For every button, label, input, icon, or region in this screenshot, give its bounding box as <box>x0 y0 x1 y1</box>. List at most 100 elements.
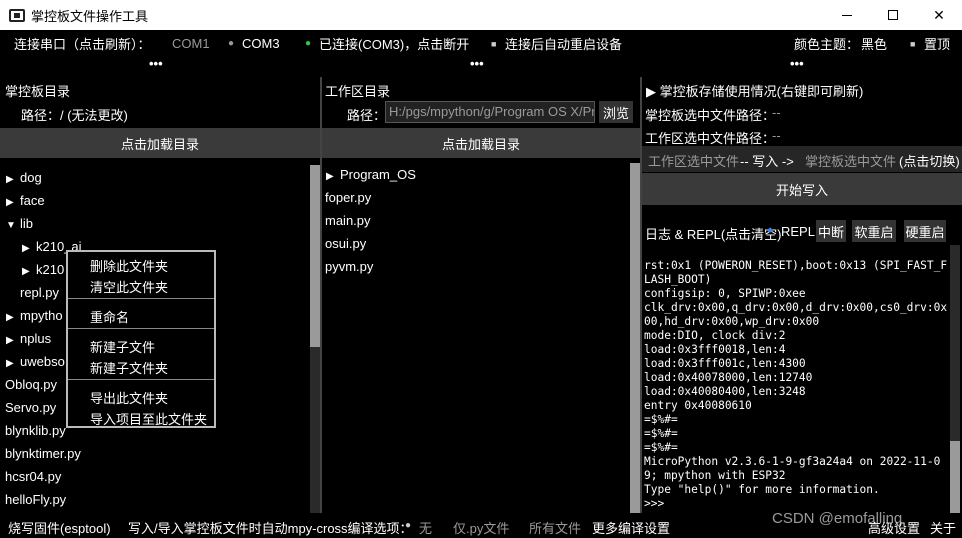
tree-item[interactable]: ▶ dog <box>6 170 42 185</box>
tree-item[interactable]: ▶ face <box>6 193 45 208</box>
tree-item[interactable]: Obloq.py <box>5 377 57 392</box>
compile-option-none[interactable]: 无 <box>419 518 432 537</box>
work-panel-title: 工作区目录 <box>325 84 391 99</box>
app-icon <box>9 8 25 22</box>
tree-item[interactable]: blynklib.py <box>5 423 66 438</box>
scrollbar-thumb[interactable] <box>310 165 320 347</box>
work-tree-scrollbar[interactable] <box>630 163 640 513</box>
menu-item-clear-folder[interactable]: 清空此文件夹 <box>90 277 168 296</box>
scrollbar-thumb[interactable] <box>630 163 640 513</box>
board-panel-title: 掌控板目录 <box>5 84 71 99</box>
close-icon: ✕ <box>933 6 945 23</box>
auto-restart-checkbox[interactable]: ■ <box>491 39 496 49</box>
repl-status-dot: ● <box>767 225 774 236</box>
board-load-button[interactable]: 点击加载目录 <box>0 128 320 158</box>
repl-log-output[interactable]: rst:0x1 (POWERON_RESET),boot:0x13 (SPI_F… <box>644 259 950 513</box>
tree-item[interactable]: ▶ Program_OS <box>326 167 416 182</box>
scrollbar-thumb[interactable] <box>950 441 960 513</box>
menu-item-delete-folder[interactable]: 删除此文件夹 <box>90 256 168 275</box>
menu-separator <box>68 328 214 329</box>
log-line: load:0x3fff001c,len:4300 <box>644 357 806 370</box>
status-dot: ● <box>305 38 312 49</box>
board-selected-label: 掌控板选中文件路径： <box>645 108 776 123</box>
window-title: 掌控板文件操作工具 <box>31 8 149 24</box>
compile-option-py-only[interactable]: 仅.py文件 <box>453 518 509 537</box>
log-line: >>> <box>644 497 665 510</box>
minimize-button[interactable] <box>824 0 870 30</box>
more-compile-settings-button[interactable]: 更多编译设置 <box>592 518 670 537</box>
direction-switch-label: (点击切换) <box>899 154 960 169</box>
log-line: mode:DIO, clock div:2 <box>644 329 786 342</box>
log-line: rst:0x1 (POWERON_RESET),boot:0x13 (SPI_F… <box>644 259 948 286</box>
splitter-row: ••• ••• ••• <box>0 56 962 76</box>
tree-item[interactable]: ▶ k210 <box>22 262 64 277</box>
tree-item[interactable]: blynktimer.py <box>5 446 81 461</box>
port-refresh-label[interactable]: 连接串口（点击刷新）： <box>14 34 151 53</box>
connection-bar: 连接串口（点击刷新）： COM1 ● COM3 ● 已连接(COM3)，点击断开… <box>0 30 962 56</box>
theme-value[interactable]: 黑色 <box>861 34 887 53</box>
work-path-label: 路径： <box>347 108 387 123</box>
start-write-button[interactable]: 开始写入 <box>642 173 962 205</box>
log-line: =$%#= <box>644 413 678 426</box>
maximize-icon <box>888 10 898 20</box>
watermark: CSDN @emofalling <box>772 510 903 527</box>
log-line: =$%#= <box>644 441 678 454</box>
tree-item[interactable]: ▶ nplus <box>6 331 51 346</box>
menu-item-import-project[interactable]: 导入项目至此文件夹 <box>90 409 207 428</box>
compile-option-label: 写入/导入掌控板文件时自动mpy-cross编译选项： <box>128 521 413 536</box>
menu-item-export-folder[interactable]: 导出此文件夹 <box>90 388 168 407</box>
port-option-com1[interactable]: COM1 <box>172 36 210 51</box>
soft-reset-button[interactable]: 软重启 <box>852 220 896 242</box>
log-line: clk_drv:0x00,q_drv:0x00,d_drv:0x00,cs0_d… <box>644 301 948 328</box>
tree-item[interactable]: foper.py <box>325 190 371 205</box>
pin-top-label[interactable]: 置顶 <box>924 34 950 53</box>
com3-radio-dot: ● <box>228 38 235 49</box>
work-selected-value: -- <box>772 128 781 143</box>
splitter-handle-left[interactable]: ••• <box>149 56 163 71</box>
tree-item[interactable]: ▶ uwebso <box>6 354 65 369</box>
tree-item[interactable]: repl.py <box>20 285 59 300</box>
compile-option-all[interactable]: 所有文件 <box>529 518 581 537</box>
menu-item-new-folder[interactable]: 新建子文件夹 <box>90 358 168 377</box>
tree-item[interactable]: hcsr04.py <box>5 469 61 484</box>
connection-status-button[interactable]: 已连接(COM3)，点击断开 <box>319 34 469 53</box>
about-button[interactable]: 关于 <box>930 518 956 537</box>
repl-label[interactable]: REPL <box>781 224 815 239</box>
work-selected-label: 工作区选中文件路径： <box>645 131 776 146</box>
browse-button[interactable]: 浏览 <box>599 101 633 123</box>
board-tree-scrollbar[interactable] <box>310 165 320 513</box>
log-line: load:0x40078000,len:12740 <box>644 371 813 384</box>
log-clear-label[interactable]: 日志 & REPL(点击清空) <box>645 224 782 243</box>
log-line: entry 0x40080610 <box>644 399 752 412</box>
tree-item[interactable]: pyvm.py <box>325 259 373 274</box>
tree-item[interactable]: helloFly.py <box>5 492 66 507</box>
minimize-icon <box>842 14 852 16</box>
splitter-handle-right[interactable]: ••• <box>790 56 804 71</box>
tree-item[interactable]: ▼ lib <box>6 216 33 231</box>
auto-restart-label[interactable]: 连接后自动重启设备 <box>505 34 622 53</box>
direction-switch[interactable]: 工作区选中文件 -- 写入 -> 掌控板选中文件 (点击切换) <box>642 146 962 172</box>
hard-reset-button[interactable]: 硬重启 <box>904 220 946 242</box>
maximize-button[interactable] <box>870 0 916 30</box>
menu-item-new-file[interactable]: 新建子文件 <box>90 337 155 356</box>
tree-item[interactable]: Servo.py <box>5 400 56 415</box>
tree-item[interactable]: ▶ mpytho <box>6 308 63 323</box>
tree-item[interactable]: osui.py <box>325 236 366 251</box>
log-line: MicroPython v2.3.6-1-9-gf3a24a4 on 2022-… <box>644 455 941 482</box>
log-scrollbar[interactable] <box>950 245 960 513</box>
pin-top-checkbox[interactable]: ■ <box>910 39 915 49</box>
menu-item-rename[interactable]: 重命名 <box>90 307 129 326</box>
log-line: configsip: 0, SPIWP:0xee <box>644 287 806 300</box>
work-path-input[interactable]: H:/pgs/mpython/g/Program OS X/Program_OS <box>385 101 595 123</box>
close-button[interactable]: ✕ <box>916 0 962 30</box>
tree-item[interactable]: main.py <box>325 213 371 228</box>
work-load-button[interactable]: 点击加载目录 <box>322 128 640 158</box>
interrupt-button[interactable]: 中断 <box>816 220 846 242</box>
flash-firmware-button[interactable]: 烧写固件(esptool) <box>8 518 111 537</box>
direction-to: 掌控板选中文件 <box>805 154 897 169</box>
storage-usage-toggle[interactable]: ▶ 掌控板存储使用情况(右键即可刷新) <box>646 81 863 100</box>
splitter-handle-middle[interactable]: ••• <box>470 56 484 71</box>
log-line: load:0x40080400,len:3248 <box>644 385 806 398</box>
title-bar: 掌控板文件操作工具 ✕ <box>0 0 962 30</box>
port-option-com3[interactable]: COM3 <box>242 36 280 51</box>
